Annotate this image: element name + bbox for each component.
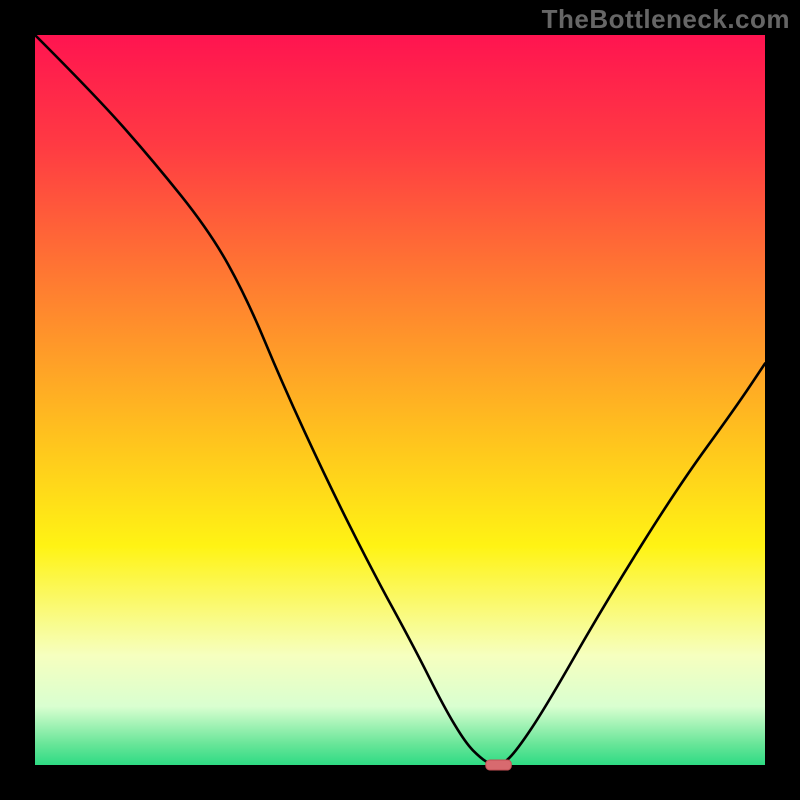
chart-frame: { "watermark": "TheBottleneck.com", "col… <box>0 0 800 800</box>
plot-background <box>35 35 765 765</box>
watermark-text: TheBottleneck.com <box>542 4 790 35</box>
minimum-marker <box>486 760 512 770</box>
chart-svg <box>0 0 800 800</box>
